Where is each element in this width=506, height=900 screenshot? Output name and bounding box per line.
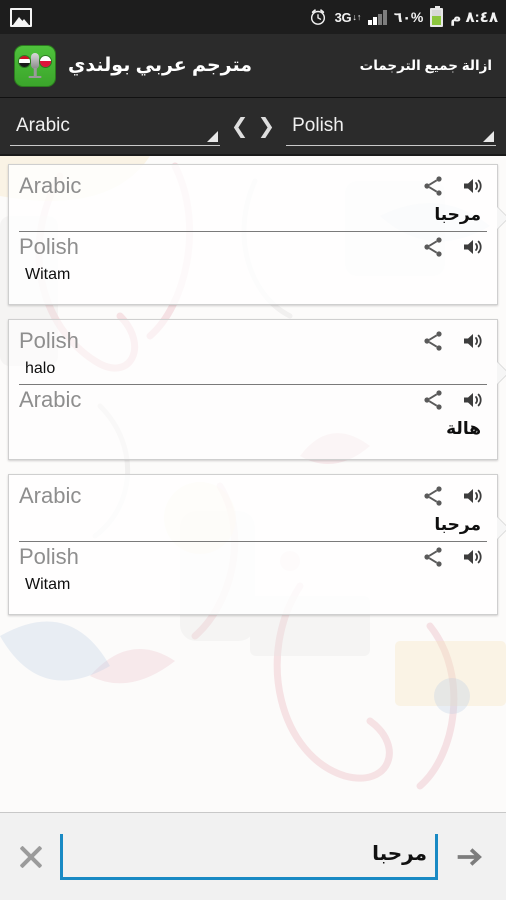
share-icon[interactable] bbox=[421, 174, 445, 198]
translation-source-segment: Arabic مرحبا bbox=[19, 481, 487, 542]
card-tail-icon bbox=[497, 362, 506, 384]
source-language-spinner[interactable]: Arabic bbox=[10, 106, 220, 146]
segment-actions bbox=[421, 484, 487, 508]
close-icon[interactable] bbox=[14, 840, 48, 874]
speaker-icon[interactable] bbox=[461, 174, 485, 198]
segment-language-label: Polish bbox=[19, 328, 79, 353]
segment-text: هالة bbox=[446, 419, 481, 438]
clear-all-translations-button[interactable]: ازالة جميع الترجمات bbox=[354, 52, 494, 80]
segment-language-label: Arabic bbox=[19, 173, 82, 198]
segment-text: halo bbox=[25, 360, 56, 377]
translation-source-segment: Arabic مرحبا bbox=[19, 171, 487, 232]
speaker-icon[interactable] bbox=[461, 329, 485, 353]
speaker-icon[interactable] bbox=[461, 484, 485, 508]
network-type-indicator: 3G ↓↑ bbox=[335, 11, 362, 24]
battery-icon bbox=[430, 5, 444, 27]
status-bar: 3G ↓↑ ٦٠% ٨:٤٨ م bbox=[0, 0, 506, 34]
search-input-value: مرحبا bbox=[372, 842, 427, 865]
translation-card[interactable]: Arabic مرحبا Polish Witam bbox=[8, 474, 506, 615]
data-transfer-icon: ↓↑ bbox=[352, 11, 362, 22]
segment-header: Arabic bbox=[19, 173, 487, 199]
signal-bars-icon bbox=[368, 9, 387, 25]
card-tail-icon bbox=[497, 517, 506, 539]
segment-language-label: Arabic bbox=[19, 483, 82, 508]
app-root: 3G ↓↑ ٦٠% ٨:٤٨ م مترجم عربي بولندي ازالة… bbox=[0, 0, 506, 900]
swap-languages-button[interactable]: ❮ ❯ bbox=[224, 116, 282, 137]
segment-header: Arabic bbox=[19, 387, 487, 413]
search-input[interactable]: مرحبا bbox=[60, 833, 438, 880]
share-icon[interactable] bbox=[421, 235, 445, 259]
speaker-icon[interactable] bbox=[461, 235, 485, 259]
share-icon[interactable] bbox=[421, 388, 445, 412]
segment-text: Witam bbox=[25, 576, 71, 593]
segment-language-label: Polish bbox=[19, 234, 79, 259]
app-logo-icon bbox=[14, 44, 56, 87]
segment-language-label: Polish bbox=[19, 544, 79, 569]
action-bar: مترجم عربي بولندي ازالة جميع الترجمات bbox=[0, 34, 506, 98]
segment-text: Witam bbox=[25, 266, 71, 283]
target-language-value: Polish bbox=[292, 114, 344, 136]
speaker-icon[interactable] bbox=[461, 388, 485, 412]
arabic-flag-icon bbox=[18, 54, 31, 68]
share-icon[interactable] bbox=[421, 545, 445, 569]
input-bar: مرحبا bbox=[0, 812, 506, 900]
alarm-clock-icon bbox=[310, 9, 325, 25]
segment-actions bbox=[421, 545, 487, 569]
source-language-value: Arabic bbox=[16, 114, 70, 136]
arrow-right-glyph bbox=[457, 847, 482, 866]
clock-label: ٨:٤٨ م bbox=[450, 9, 498, 26]
arrow-right-icon[interactable] bbox=[450, 838, 488, 876]
segment-text: مرحبا bbox=[434, 205, 481, 224]
translation-card-list: Arabic مرحبا Polish Witam Polish halo Ar… bbox=[0, 156, 506, 615]
spinner-caret-icon bbox=[483, 131, 494, 142]
segment-actions bbox=[421, 174, 487, 198]
target-language-spinner[interactable]: Polish bbox=[286, 106, 496, 146]
spinner-caret-icon bbox=[206, 131, 218, 142]
segment-language-label: Arabic bbox=[19, 387, 82, 412]
share-icon[interactable] bbox=[421, 329, 445, 353]
translation-history-area[interactable]: Arabic مرحبا Polish Witam Polish halo Ar… bbox=[0, 156, 506, 812]
chevron-left-icon: ❮ bbox=[230, 114, 249, 138]
image-icon bbox=[10, 7, 32, 27]
translation-source-segment: Polish halo bbox=[19, 326, 487, 385]
card-tail-icon bbox=[497, 207, 506, 229]
status-bar-left bbox=[10, 7, 32, 27]
translation-card[interactable]: Arabic مرحبا Polish Witam bbox=[8, 164, 506, 305]
language-selector-bar: Arabic ❮ ❯ Polish bbox=[0, 98, 506, 156]
segment-header: Polish bbox=[19, 328, 487, 354]
segment-actions bbox=[421, 388, 487, 412]
share-icon[interactable] bbox=[421, 484, 445, 508]
speaker-icon[interactable] bbox=[461, 545, 485, 569]
translation-card[interactable]: Polish halo Arabic هالة bbox=[8, 319, 506, 460]
translation-target-segment: Polish Witam bbox=[19, 232, 487, 290]
microphone-icon bbox=[31, 52, 39, 69]
battery-percent-label: ٦٠% bbox=[393, 8, 424, 25]
network-type-label: 3G bbox=[334, 9, 352, 25]
segment-header: Polish bbox=[19, 234, 487, 260]
segment-actions bbox=[421, 329, 487, 353]
segment-header: Polish bbox=[19, 544, 487, 570]
translation-target-segment: Polish Witam bbox=[19, 542, 487, 600]
status-bar-right: 3G ↓↑ ٦٠% ٨:٤٨ م bbox=[308, 5, 498, 27]
chevron-right-icon: ❯ bbox=[257, 114, 276, 138]
polish-flag-icon bbox=[39, 54, 52, 68]
app-title: مترجم عربي بولندي bbox=[68, 55, 252, 76]
microphone-base-icon bbox=[28, 75, 42, 78]
segment-text: مرحبا bbox=[434, 515, 481, 534]
segment-header: Arabic bbox=[19, 483, 487, 509]
segment-actions bbox=[421, 235, 487, 259]
translation-target-segment: Arabic هالة bbox=[19, 385, 487, 445]
